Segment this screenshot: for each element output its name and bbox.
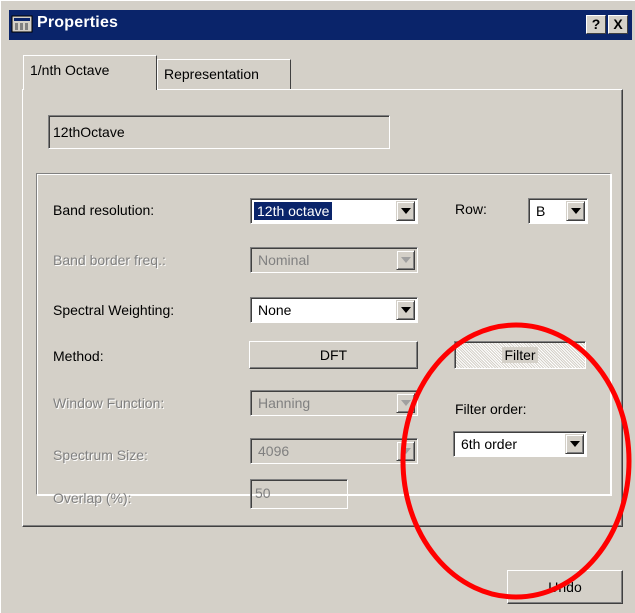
annotation-ellipse — [400, 322, 632, 600]
tab-label: Representation — [164, 66, 259, 82]
chevron-down-icon — [401, 208, 411, 214]
close-button[interactable]: X — [608, 15, 628, 34]
tab-label: 1/nth Octave — [30, 62, 110, 78]
help-button[interactable]: ? — [586, 15, 606, 34]
window-title: Properties — [37, 14, 119, 31]
name-field-value: 12thOctave — [53, 124, 125, 140]
title-bar[interactable]: Properties ? X — [9, 10, 632, 40]
overlap-field[interactable]: 50 — [250, 479, 348, 509]
spectral-weighting-dropdown-button[interactable] — [396, 300, 415, 320]
band-border-freq-dropdown-button[interactable] — [396, 250, 415, 270]
name-field[interactable]: 12thOctave — [48, 115, 390, 149]
tab-1nth-octave[interactable]: 1/nth Octave — [23, 55, 157, 90]
spectrum-size-label: Spectrum Size: — [53, 447, 148, 463]
spectrum-size-value: 4096 — [258, 443, 290, 459]
band-border-freq-label: Band border freq.: — [53, 252, 166, 268]
band-border-freq-select[interactable]: Nominal — [250, 247, 418, 273]
app-icon — [11, 15, 33, 33]
row-label: Row: — [455, 201, 487, 217]
row-dropdown-button[interactable] — [566, 201, 585, 221]
chevron-down-icon — [401, 307, 411, 313]
overlap-label: Overlap (%): — [53, 490, 132, 506]
spectrum-size-select[interactable]: 4096 — [250, 438, 418, 464]
spectral-weighting-label: Spectral Weighting: — [53, 302, 175, 318]
dft-button[interactable]: DFT — [249, 341, 418, 369]
window-function-label: Window Function: — [53, 395, 165, 411]
row-value: B — [536, 203, 546, 219]
window-function-value: Hanning — [258, 395, 311, 411]
band-resolution-dropdown-button[interactable] — [396, 201, 415, 221]
band-resolution-select[interactable]: 12th octave — [250, 198, 418, 224]
chevron-down-icon — [571, 208, 581, 214]
tab-representation[interactable]: Representation — [157, 59, 291, 89]
spectral-weighting-value: None — [258, 302, 292, 318]
overlap-value: 50 — [255, 485, 271, 501]
method-label: Method: — [53, 348, 104, 364]
properties-dialog: Properties ? X 1/nth Octave Representati… — [0, 0, 635, 613]
spectral-weighting-select[interactable]: None — [250, 297, 418, 323]
band-border-freq-value: Nominal — [258, 252, 310, 268]
window-function-select[interactable]: Hanning — [250, 390, 418, 416]
band-resolution-value: 12th octave — [254, 202, 333, 220]
band-resolution-label: Band resolution: — [53, 202, 155, 218]
chevron-down-icon — [401, 257, 411, 263]
row-select[interactable]: B — [528, 198, 588, 224]
